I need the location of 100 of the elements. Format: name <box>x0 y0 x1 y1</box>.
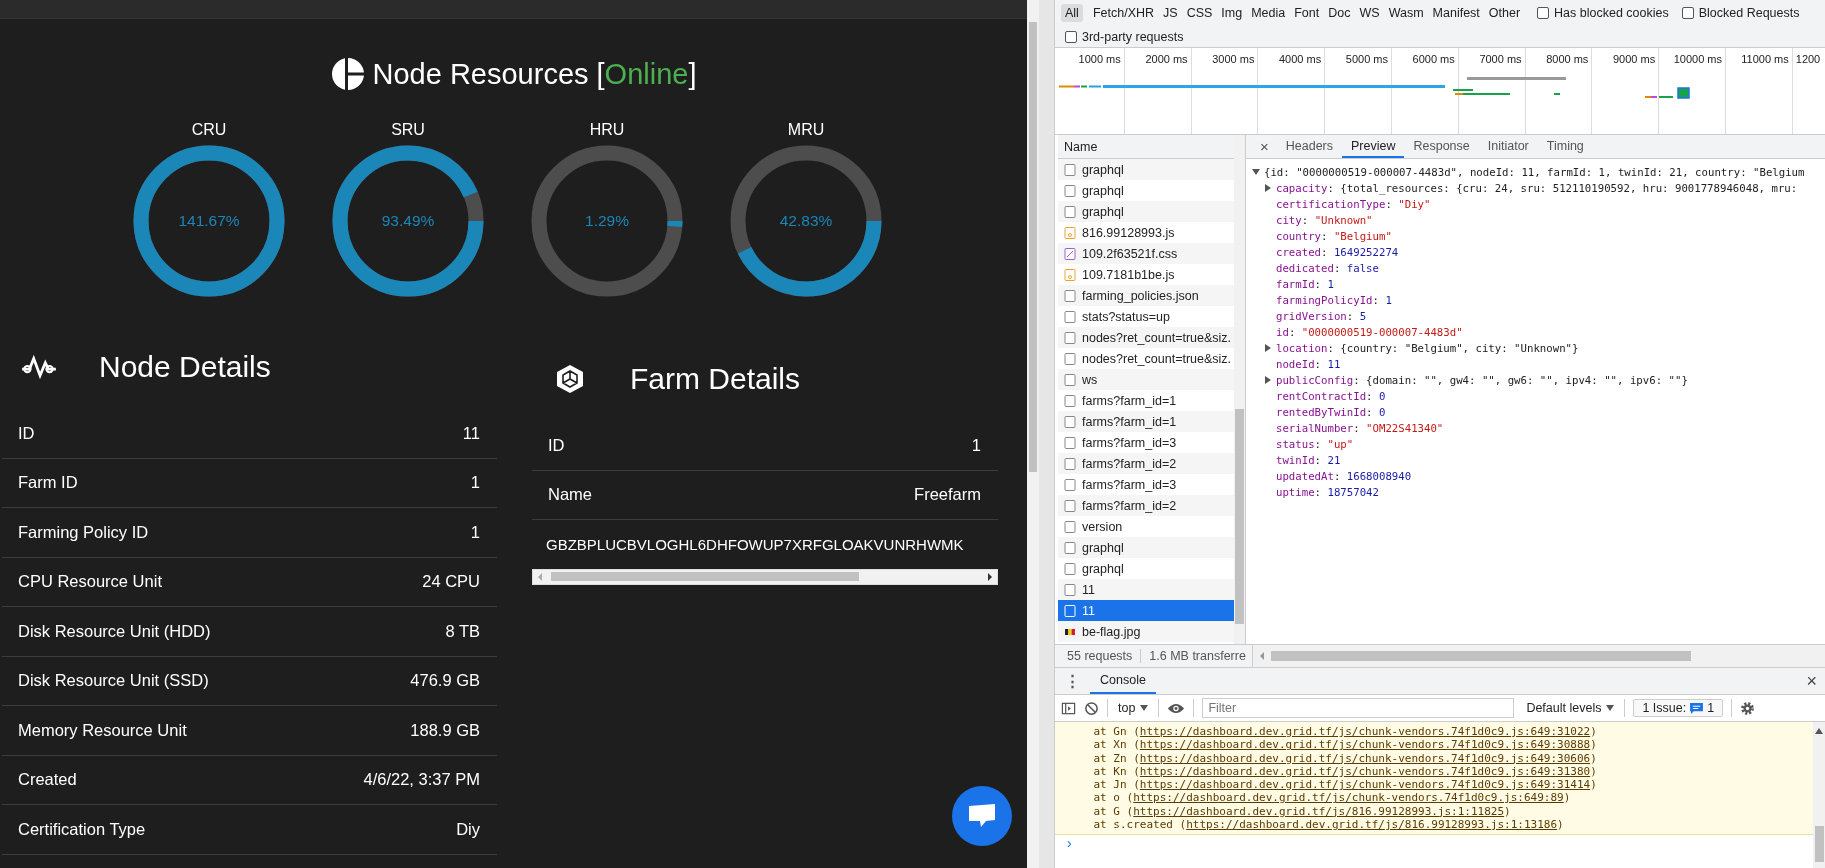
filter-button[interactable]: CSS <box>1182 4 1217 22</box>
document-icon <box>1064 331 1076 344</box>
filter-button[interactable]: JS <box>1159 4 1182 22</box>
source-link[interactable]: https://dashboard.dev.grid.tf/js/chunk-vendors.74f1d0c9.js:649:30606 <box>1139 751 1591 765</box>
request-row[interactable]: graphql <box>1058 201 1234 222</box>
json-line[interactable]: {id: "0000000519-000007-4483d", nodeId: 11, farmId: 1, twinId: 21, country: "Belgium <box>1252 164 1825 180</box>
filter-button[interactable]: Wasm <box>1384 4 1428 22</box>
menu-button[interactable]: ⋮ <box>1055 668 1090 694</box>
clear-icon[interactable] <box>1084 700 1099 716</box>
row-value: 8 TB <box>445 621 480 641</box>
close-button[interactable]: × <box>1798 668 1825 694</box>
eye-icon[interactable] <box>1167 701 1186 715</box>
json-line[interactable]: created: 1649252274 <box>1252 244 1825 260</box>
filter-button[interactable]: Font <box>1290 4 1324 22</box>
json-line[interactable]: city: "Unknown" <box>1252 212 1825 228</box>
json-line[interactable]: farmId: 1 <box>1252 276 1825 292</box>
document-icon <box>1064 520 1076 533</box>
checkbox-label: 3rd-party requests <box>1082 29 1184 44</box>
json-line[interactable]: serialNumber: "OM22S41340" <box>1252 420 1825 436</box>
source-link[interactable]: https://dashboard.dev.grid.tf/js/chunk-vendors.74f1d0c9.js:649:31022 <box>1139 725 1591 738</box>
request-row[interactable]: 109.2f63521f.css <box>1058 243 1234 264</box>
column-header[interactable]: Name <box>1064 139 1098 154</box>
scroll-right-icon[interactable] <box>987 572 993 581</box>
request-row[interactable]: farms?farm_id=1 <box>1058 411 1234 432</box>
console-scrollbar[interactable] <box>1813 722 1825 868</box>
source-link[interactable]: https://dashboard.dev.grid.tf/js/chunk-vendors.74f1d0c9.js:649:31380 <box>1139 764 1591 778</box>
request-row[interactable]: 11 <box>1058 579 1234 600</box>
levels-dropdown[interactable]: Default levels <box>1524 701 1617 715</box>
checkbox[interactable] <box>1537 7 1550 19</box>
source-link[interactable]: https://dashboard.dev.grid.tf/js/chunk-vendors.74f1d0c9.js:649:89 <box>1133 791 1564 805</box>
panel-tab[interactable]: Initiator <box>1478 135 1538 158</box>
sidebar-toggle-icon[interactable] <box>1061 700 1076 716</box>
console-tab[interactable]: Console <box>1090 668 1156 694</box>
panel-tab[interactable]: Preview <box>1342 135 1405 158</box>
source-link[interactable]: https://dashboard.dev.grid.tf/js/816.99128993.js:1:13186 <box>1186 818 1558 832</box>
filter-field[interactable]: Filter <box>1202 698 1515 718</box>
json-line[interactable]: location: {country: "Belgium", city: "Unknown"} <box>1252 340 1825 356</box>
scrollbar-thumb[interactable] <box>1814 826 1824 862</box>
source-link[interactable]: https://dashboard.dev.grid.tf/js/816.99128993.js:1:11825 <box>1133 804 1505 818</box>
prompt-icon[interactable]: › <box>1067 835 1072 852</box>
row-label: Memory Resource Unit <box>18 720 187 740</box>
request-row[interactable]: nodes?ret_count=true&siz. <box>1058 327 1234 348</box>
request-row[interactable]: farming_policies.json <box>1058 285 1234 306</box>
json-line[interactable]: updatedAt: 1668008940 <box>1252 468 1825 484</box>
json-line[interactable]: certificationType: "Diy" <box>1252 196 1825 212</box>
request-row[interactable]: graphql <box>1058 537 1234 558</box>
caret-icon <box>1140 705 1149 711</box>
source-link[interactable]: https://dashboard.dev.grid.tf/js/chunk-vendors.74f1d0c9.js:649:30888 <box>1139 738 1591 752</box>
filter-button[interactable]: Doc <box>1324 4 1355 22</box>
request-row[interactable]: graphql <box>1058 159 1234 180</box>
json-line[interactable]: rentContractId: 0 <box>1252 388 1825 404</box>
panel-tab[interactable]: Headers <box>1276 135 1342 158</box>
panel-tab[interactable]: Timing <box>1537 135 1593 158</box>
filter-button[interactable]: All <box>1061 4 1083 22</box>
time-tick: 10000 ms <box>1673 53 1722 65</box>
scroll-up-icon[interactable] <box>1815 728 1823 734</box>
json-line[interactable]: gridVersion: 5 <box>1252 308 1825 324</box>
json-line[interactable]: uptime: 18757042 <box>1252 484 1825 500</box>
filter-button[interactable]: WS <box>1355 4 1384 22</box>
json-line[interactable]: status: "up" <box>1252 436 1825 452</box>
json-line[interactable]: id: "0000000519-000007-4483d" <box>1252 324 1825 340</box>
request-row[interactable]: farms?farm_id=2 <box>1058 495 1234 516</box>
row-label: ID <box>18 423 35 443</box>
time-tick: 4000 ms <box>1279 53 1322 65</box>
context-dropdown[interactable]: top <box>1116 701 1151 715</box>
row-label: CPU Resource Unit <box>18 572 162 592</box>
filter-button[interactable]: Fetch/XHR <box>1088 4 1159 22</box>
source-link[interactable]: https://dashboard.dev.grid.tf/js/chunk-vendors.74f1d0c9.js:649:31414 <box>1139 778 1591 792</box>
pulse-icon <box>20 354 58 380</box>
horizontal-scrollbar[interactable] <box>532 568 998 585</box>
filter-button[interactable]: Manifest <box>1428 4 1484 22</box>
json-line[interactable]: nodeId: 11 <box>1252 356 1825 372</box>
json-line[interactable]: capacity: {total_resources: {cru: 24, sru: 512110190592, hru: 9001778946048, mru: <box>1252 180 1825 196</box>
json-line[interactable]: country: "Belgium" <box>1252 228 1825 244</box>
json-line[interactable]: rentedByTwinId: 0 <box>1252 404 1825 420</box>
json-line[interactable]: dedicated: false <box>1252 260 1825 276</box>
request-row[interactable]: 11 <box>1058 600 1234 621</box>
checkbox[interactable] <box>1681 7 1694 19</box>
filter-button[interactable]: Media <box>1247 4 1290 22</box>
settings-icon[interactable] <box>1740 700 1756 716</box>
document-icon <box>1064 394 1076 407</box>
checkbox[interactable] <box>1065 30 1077 43</box>
request-row[interactable]: farms?farm_id=2 <box>1058 453 1234 474</box>
close-button[interactable]: × <box>1252 135 1277 158</box>
filter-button[interactable]: Img <box>1217 4 1247 22</box>
request-row[interactable]: ws <box>1058 369 1234 390</box>
list-scrollbar[interactable] <box>1234 135 1245 644</box>
request-row[interactable]: be-flag.jpg <box>1058 621 1234 642</box>
document-icon <box>1064 436 1076 449</box>
gauge-label: HRU <box>589 121 625 140</box>
issues-button[interactable]: 1 Issue: 1 <box>1633 699 1724 717</box>
script-file-icon <box>1064 226 1076 239</box>
gauge-reading: 42.83% <box>779 212 833 230</box>
panel-tab[interactable]: Response <box>1404 135 1479 158</box>
document-icon <box>1064 310 1076 323</box>
page-scrollbar[interactable] <box>1027 0 1039 868</box>
json-line[interactable]: farmingPolicyId: 1 <box>1252 292 1825 308</box>
filter-button[interactable]: Other <box>1484 4 1525 22</box>
json-line[interactable]: twinId: 21 <box>1252 452 1825 468</box>
json-line[interactable]: publicConfig: {domain: "", gw4: "", gw6: "", ipv4: "", ipv6: ""} <box>1252 372 1825 388</box>
